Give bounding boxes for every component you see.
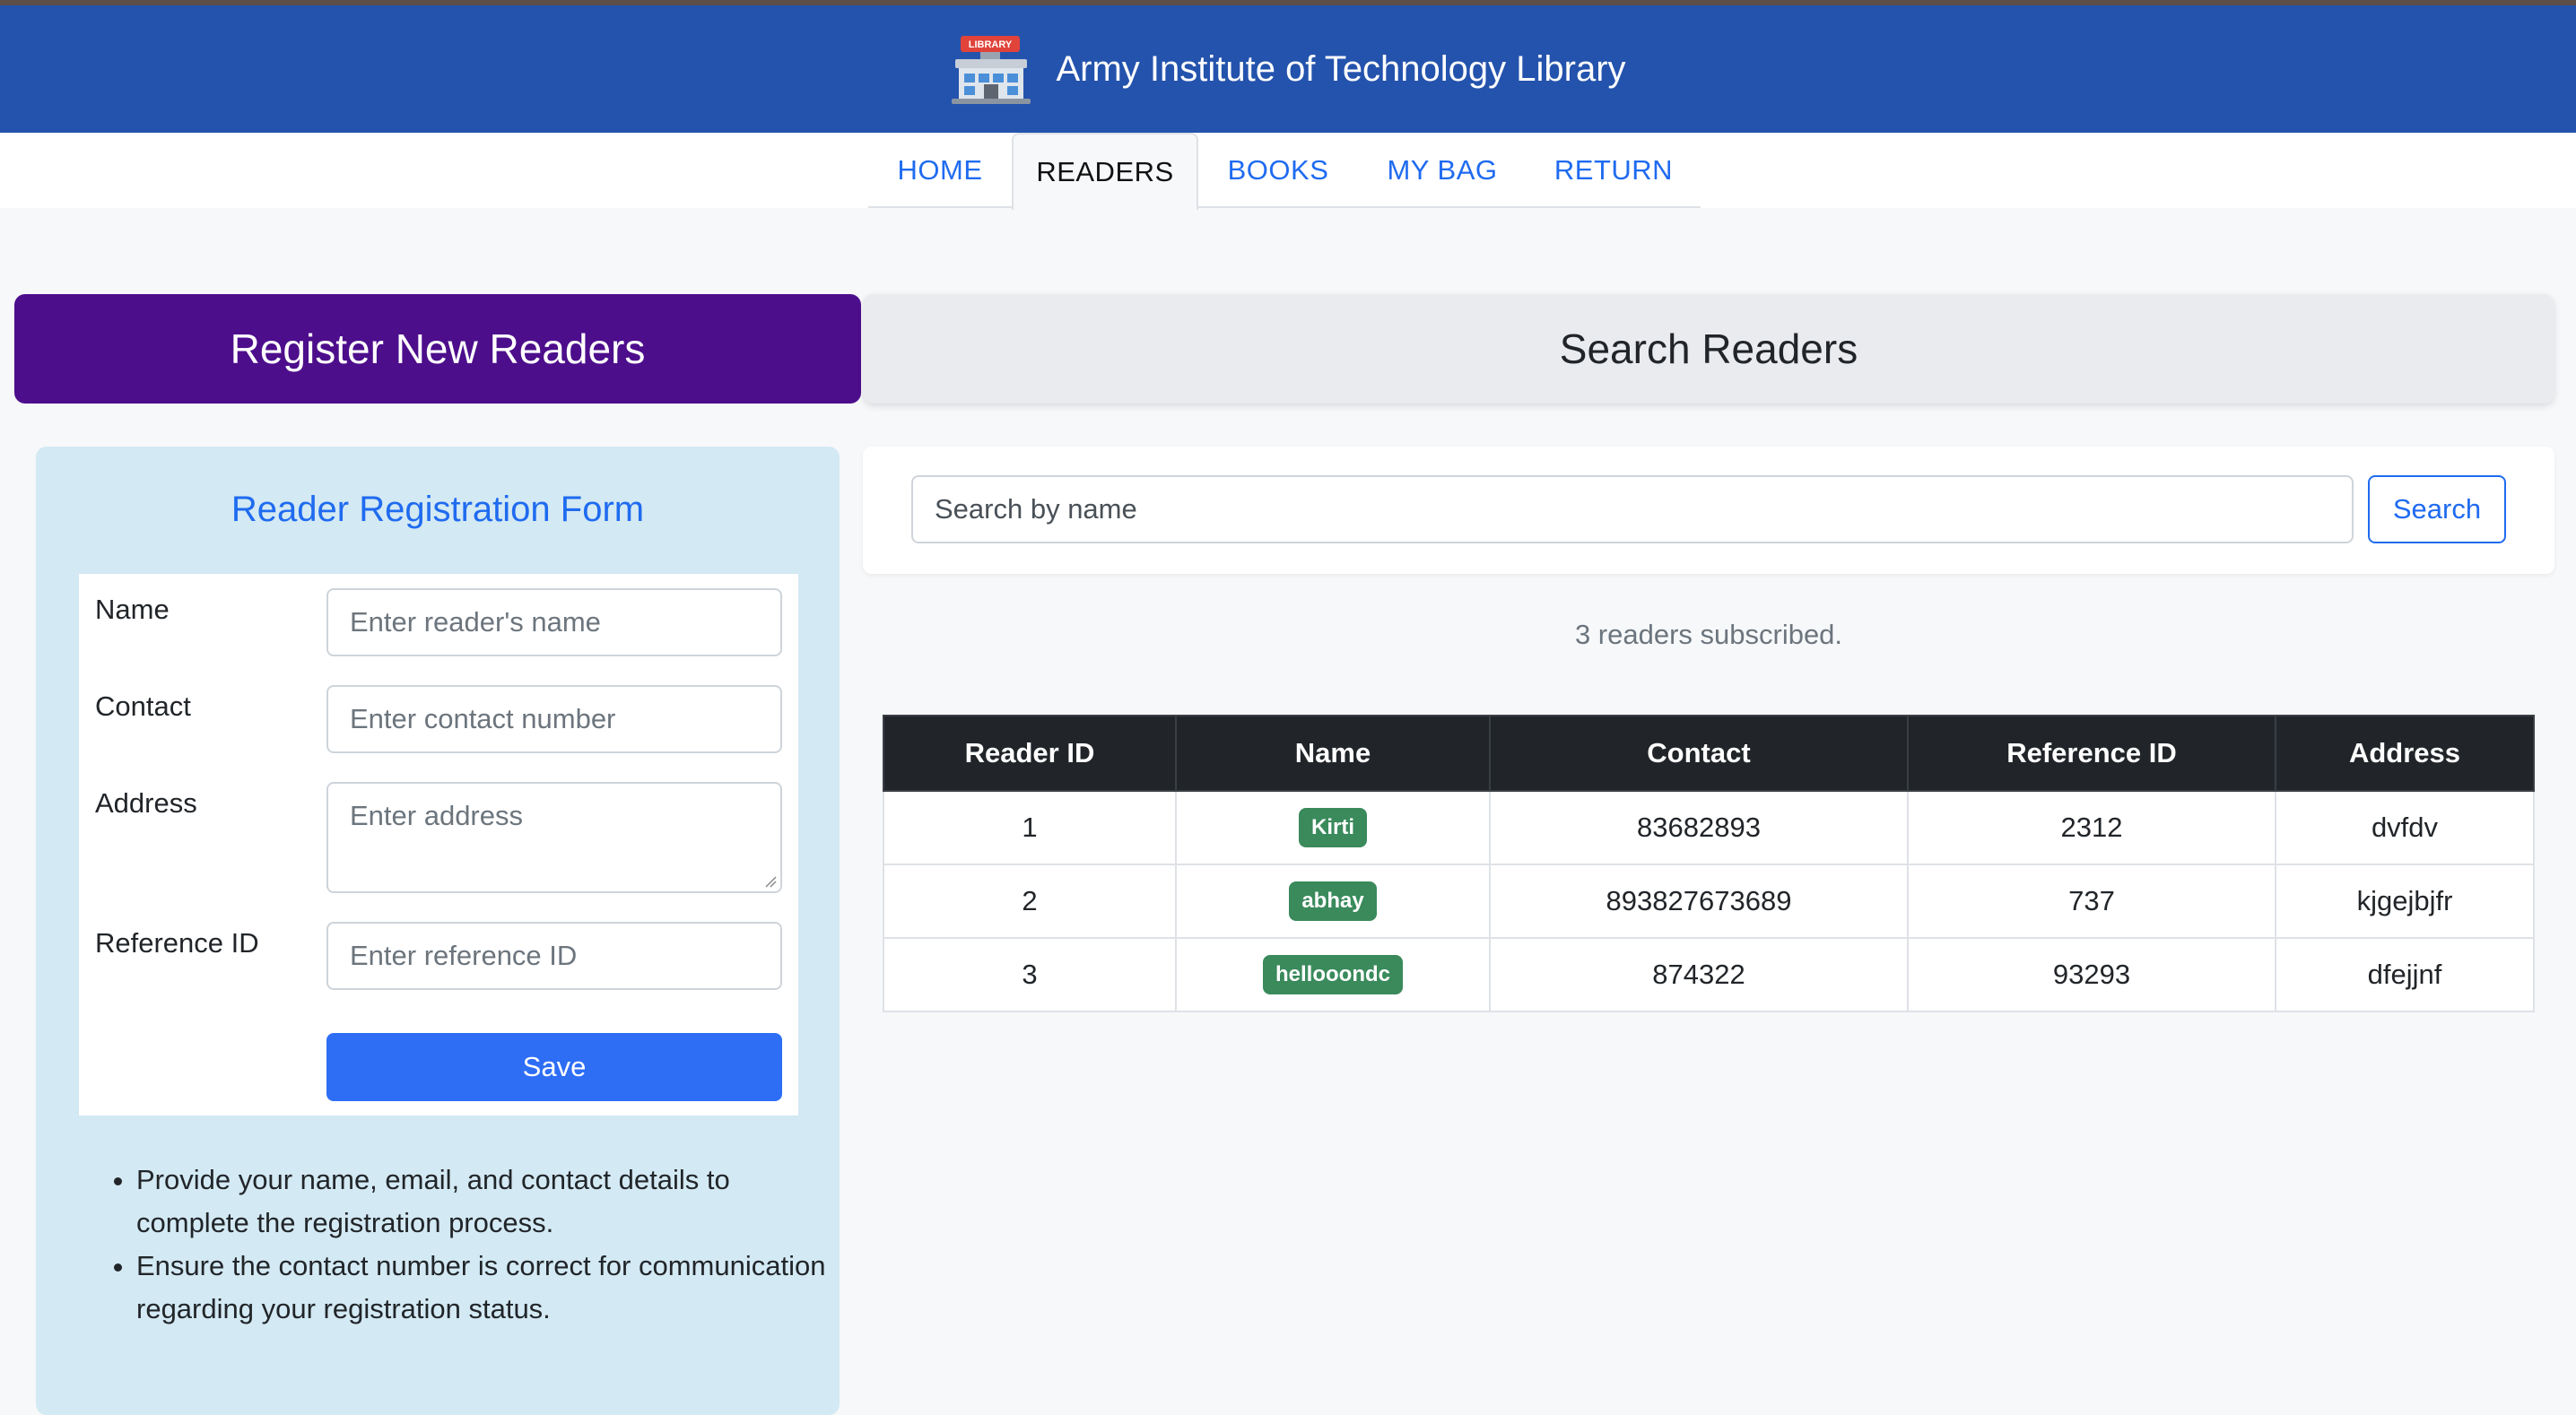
cell-name: Kirti xyxy=(1175,790,1491,865)
main-nav: HOME READERS BOOKS MY BAG RETURN xyxy=(0,133,2576,210)
reference-input[interactable]: Enter reference ID xyxy=(326,922,782,990)
table-row: 1 Kirti 83682893 2312 dvfdv xyxy=(883,790,2535,865)
search-button[interactable]: Search xyxy=(2368,475,2506,543)
search-input[interactable]: Search by name xyxy=(911,475,2354,543)
register-readers-tab[interactable]: Register New Readers xyxy=(14,294,861,404)
table-row: 3 hellooondc 874322 93293 dfejjnf xyxy=(883,937,2535,1012)
name-badge: abhay xyxy=(1289,881,1377,921)
reader-count-text: 3 readers subscribed. xyxy=(1574,619,1843,650)
search-card: Search by name Search xyxy=(863,447,2554,574)
nav-tab-readers[interactable]: READERS xyxy=(1012,133,1198,210)
cell-address: kjgejbjfr xyxy=(2275,864,2535,939)
address-label: Address xyxy=(95,787,197,819)
form-title: Reader Registration Form xyxy=(231,490,645,529)
registration-tips: Provide your name, email, and contact de… xyxy=(136,1159,836,1331)
address-placeholder: Enter address xyxy=(350,800,523,831)
cell-reference-id: 2312 xyxy=(1907,790,2276,865)
cell-address: dvfdv xyxy=(2275,790,2535,865)
nav-tabs: HOME READERS BOOKS MY BAG RETURN xyxy=(868,133,1701,210)
cell-contact: 874322 xyxy=(1489,937,1909,1012)
address-textarea[interactable]: Enter address xyxy=(326,782,782,893)
cell-reference-id: 737 xyxy=(1907,864,2276,939)
contact-label: Contact xyxy=(95,690,191,722)
tip-item: Provide your name, email, and contact de… xyxy=(136,1159,836,1245)
col-header-reader-id: Reader ID xyxy=(883,715,1177,792)
resize-grip-icon[interactable] xyxy=(764,875,777,888)
contact-input[interactable]: Enter contact number xyxy=(326,685,782,753)
nav-tab-my-bag[interactable]: MY BAG xyxy=(1358,133,1527,208)
registration-panel: Reader Registration Form Name Enter read… xyxy=(36,447,840,1415)
site-title: Army Institute of Technology Library xyxy=(1056,48,1626,89)
cell-reader-id: 1 xyxy=(883,790,1177,865)
site-header: LIBRARY Army Institute of Technology Lib… xyxy=(0,5,2576,133)
cell-reference-id: 93293 xyxy=(1907,937,2276,1012)
cell-reader-id: 3 xyxy=(883,937,1177,1012)
name-badge: Kirti xyxy=(1299,808,1367,847)
tip-item: Ensure the contact number is correct for… xyxy=(136,1245,836,1331)
name-label: Name xyxy=(95,594,170,625)
table-row: 2 abhay 893827673689 737 kjgejbjfr xyxy=(883,864,2535,939)
registration-form: Name Enter reader's name Contact Enter c… xyxy=(79,574,798,1116)
name-badge: hellooondc xyxy=(1263,955,1403,994)
cell-name: hellooondc xyxy=(1175,937,1491,1012)
readers-table: Reader ID Name Contact Reference ID Addr… xyxy=(883,715,2535,1012)
svg-text:LIBRARY: LIBRARY xyxy=(969,39,1013,50)
col-header-reference-id: Reference ID xyxy=(1907,715,2276,792)
reference-label: Reference ID xyxy=(95,927,259,959)
nav-tab-books[interactable]: BOOKS xyxy=(1198,133,1358,208)
library-logo-icon: LIBRARY xyxy=(950,32,1032,106)
col-header-name: Name xyxy=(1175,715,1491,792)
search-readers-tab[interactable]: Search Readers xyxy=(863,294,2554,404)
cell-contact: 83682893 xyxy=(1489,790,1909,865)
nav-tab-home[interactable]: HOME xyxy=(868,133,1012,208)
name-input[interactable]: Enter reader's name xyxy=(326,588,782,656)
nav-tab-return[interactable]: RETURN xyxy=(1527,133,1701,208)
cell-contact: 893827673689 xyxy=(1489,864,1909,939)
save-button[interactable]: Save xyxy=(326,1033,782,1101)
col-header-contact: Contact xyxy=(1489,715,1909,792)
cell-reader-id: 2 xyxy=(883,864,1177,939)
col-header-address: Address xyxy=(2275,715,2535,792)
cell-address: dfejjnf xyxy=(2275,937,2535,1012)
table-header-row: Reader ID Name Contact Reference ID Addr… xyxy=(883,715,2535,792)
cell-name: abhay xyxy=(1175,864,1491,939)
